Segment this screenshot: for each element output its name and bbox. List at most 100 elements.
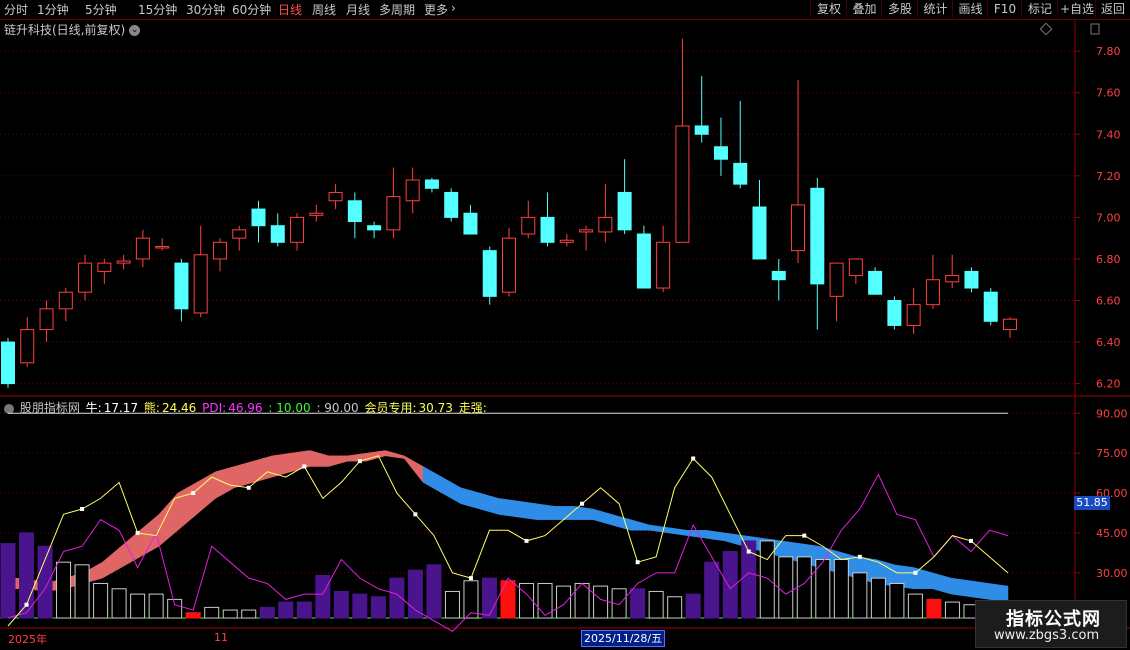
candle-body xyxy=(656,241,671,289)
candle-body xyxy=(1,341,15,385)
indicator-bar xyxy=(704,561,720,619)
candle-body xyxy=(97,262,112,272)
trend-band-segment xyxy=(479,492,499,515)
candle-body xyxy=(964,270,979,289)
price-tick-label: 6.40 xyxy=(1096,336,1121,349)
indicator-bar xyxy=(870,577,886,619)
indicator-dot xyxy=(191,491,196,496)
indicator-dot xyxy=(135,530,140,535)
candle-body xyxy=(367,225,382,231)
indicator-dot xyxy=(580,501,585,506)
date-axis-year: 2025年 xyxy=(8,633,47,646)
candle-body xyxy=(212,241,227,260)
price-tick-label: 6.60 xyxy=(1096,295,1121,308)
candle-body xyxy=(135,237,150,260)
candle-body xyxy=(791,204,806,252)
indicator-bar xyxy=(796,556,812,619)
trend-band-segment xyxy=(460,487,480,510)
candle-body xyxy=(887,300,902,326)
indicator-dot xyxy=(635,560,640,565)
price-tick-label: 6.80 xyxy=(1096,253,1121,266)
indicator-bar xyxy=(852,572,868,619)
trend-band-segment xyxy=(592,508,613,526)
indicator-bar xyxy=(93,582,109,619)
trend-band-segment xyxy=(328,455,348,467)
candle-body xyxy=(251,208,266,227)
indicator-dot xyxy=(413,512,418,517)
candle-body xyxy=(463,212,478,235)
candle-body xyxy=(290,216,305,243)
diamond-icon xyxy=(1039,22,1053,36)
trend-band-segment xyxy=(970,580,990,600)
indicator-dot xyxy=(80,507,85,512)
indicator-bar xyxy=(241,609,257,619)
indicator-bar xyxy=(519,582,535,619)
indicator-dot xyxy=(524,538,529,543)
indicator-bar xyxy=(778,556,794,619)
trend-band-segment xyxy=(649,524,669,534)
trend-band-segment xyxy=(422,466,443,494)
indicator-bar xyxy=(37,545,53,619)
candle-body xyxy=(983,291,998,322)
current-value-tag: 51.85 xyxy=(1074,496,1110,510)
candle-body xyxy=(424,179,439,189)
candle-body xyxy=(328,191,343,202)
candle-body xyxy=(347,200,362,223)
indicator-tick-label: 45.00 xyxy=(1096,527,1128,540)
indicator-bar xyxy=(333,590,349,619)
indicator-bar xyxy=(926,598,942,619)
candle-body xyxy=(848,258,863,277)
candle-body xyxy=(906,304,921,326)
trend-band-segment xyxy=(158,492,179,547)
price-tick-label: 7.40 xyxy=(1096,128,1121,141)
watermark-url: www.zbgs3.com xyxy=(994,628,1100,643)
trend-band-segment xyxy=(385,450,405,459)
candle-body xyxy=(521,216,536,235)
price-tick-label: 7.00 xyxy=(1096,211,1121,224)
trend-band-segment xyxy=(705,529,726,542)
indicator-bar xyxy=(556,585,572,619)
indicator-bar xyxy=(0,543,16,619)
candle-body xyxy=(925,279,940,306)
candle-body xyxy=(193,254,208,314)
indicator-dot xyxy=(746,549,751,554)
indicator-dot xyxy=(691,456,696,461)
candle-body xyxy=(771,270,786,281)
indicator-bar xyxy=(889,582,905,619)
indicator-bar xyxy=(481,577,497,619)
indicator-dot xyxy=(357,459,362,464)
indicator-bar xyxy=(648,590,664,619)
trend-band-segment xyxy=(951,577,971,598)
candle-body xyxy=(58,291,73,310)
candle-body xyxy=(540,216,555,243)
indicator-dot xyxy=(857,554,862,559)
candle-body xyxy=(482,250,497,297)
price-tick-label: 7.80 xyxy=(1096,45,1121,58)
trend-band-segment xyxy=(517,500,537,520)
candle-body xyxy=(598,216,613,233)
chart-canvas[interactable]: 7.80 7.60 7.40 7.20 7.00 6.80 6.60 6.40 6.20 90.0… xyxy=(0,0,1130,650)
indicator-bar xyxy=(352,593,368,619)
trend-band-segment xyxy=(441,476,462,505)
indicator-bar xyxy=(444,590,460,619)
candle-body xyxy=(39,308,54,331)
indicator-bar xyxy=(907,593,923,619)
candle-body xyxy=(174,262,189,310)
indicator-bar xyxy=(167,598,183,619)
candle-body xyxy=(617,191,632,231)
indicator-bar xyxy=(500,580,516,619)
indicator-tick-label: 30.00 xyxy=(1096,567,1128,580)
scroll-box-icon xyxy=(1090,23,1100,35)
indicator-bar xyxy=(56,561,72,619)
indicator-bar xyxy=(204,606,220,619)
trend-band-segment xyxy=(309,450,330,467)
candle-body xyxy=(232,229,247,239)
candle-body xyxy=(270,225,285,243)
indicator-dot xyxy=(913,570,918,575)
indicator-bar xyxy=(407,569,423,619)
candle-body xyxy=(675,125,690,243)
indicator-bar xyxy=(148,593,164,619)
indicator-bar xyxy=(426,564,442,619)
candle-body xyxy=(636,233,651,289)
candle-body xyxy=(810,187,825,285)
